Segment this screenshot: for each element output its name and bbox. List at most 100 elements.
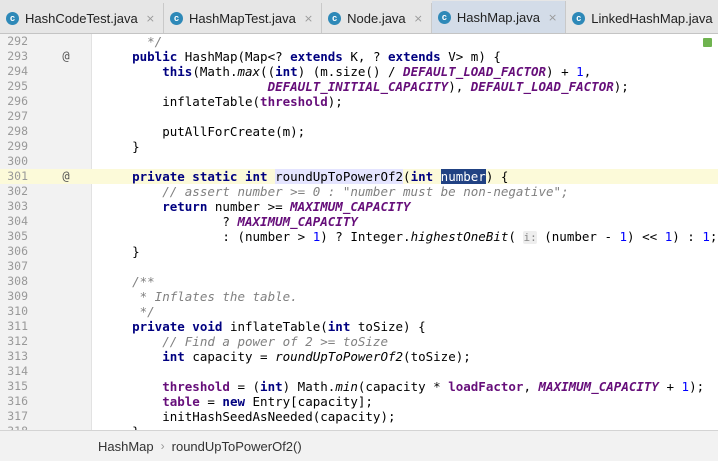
code-line[interactable]: 295 DEFAULT_INITIAL_CAPACITY), DEFAULT_L… xyxy=(0,79,718,94)
close-icon[interactable]: × xyxy=(146,12,155,25)
code-token: = ( xyxy=(237,379,261,394)
code-token: DEFAULT_LOAD_FACTOR xyxy=(470,79,614,94)
code-line[interactable]: 299 } xyxy=(0,139,718,154)
breadcrumb-class[interactable]: HashMap xyxy=(98,439,154,454)
code-text: threshold = (int) Math.min(capacity * lo… xyxy=(102,379,704,394)
code-line[interactable]: 294 this(Math.max((int) (m.size() / DEFA… xyxy=(0,64,718,79)
code-token: private static int xyxy=(102,169,276,184)
code-token: capacity = xyxy=(192,349,276,364)
code-line[interactable]: 306 } xyxy=(0,244,718,259)
code-text: private static int roundUpToPowerOf2(int… xyxy=(102,169,508,184)
breadcrumb-method[interactable]: roundUpToPowerOf2() xyxy=(172,439,302,454)
code-token: K, ? xyxy=(350,49,389,64)
tab-hashmaptest[interactable]: c HashMapTest.java × xyxy=(164,3,323,33)
code-line[interactable]: 301 @ private static int roundUpToPowerOf… xyxy=(0,169,718,184)
line-number: 292 xyxy=(7,34,28,48)
code-line[interactable]: 308 /** xyxy=(0,274,718,289)
code-token: ? xyxy=(102,214,238,229)
code-token: toSize) { xyxy=(357,319,426,334)
code-token: extends xyxy=(290,49,351,64)
annotation-marker-icon[interactable]: @ xyxy=(59,49,73,64)
code-text: // Find a power of 2 >= toSize xyxy=(102,334,388,349)
code-token: // Find a power of 2 >= toSize xyxy=(102,334,388,349)
code-line[interactable]: 311 private void inflateTable(int toSize… xyxy=(0,319,718,334)
code-token: MAXIMUM_CAPACITY xyxy=(237,214,358,229)
code-token: = xyxy=(207,394,223,409)
code-token: int xyxy=(410,169,441,184)
code-token: highestOneBit xyxy=(410,229,509,244)
code-line[interactable]: 304 ? MAXIMUM_CAPACITY xyxy=(0,214,718,229)
close-icon[interactable]: × xyxy=(304,12,313,25)
tab-label: LinkedHashMap.java xyxy=(591,10,713,26)
code-line[interactable]: 302 // assert number >= 0 : "number must… xyxy=(0,184,718,199)
code-text: this(Math.max((int) (m.size() / DEFAULT_… xyxy=(102,64,591,79)
tab-label: HashMapTest.java xyxy=(188,10,296,26)
code-text: table = new Entry[capacity]; xyxy=(102,394,373,409)
line-number: 296 xyxy=(7,94,28,108)
line-number: 303 xyxy=(7,199,28,213)
code-token: ) { xyxy=(485,169,509,184)
code-token: ); xyxy=(613,79,629,94)
code-token: ) << xyxy=(627,229,665,244)
code-token: private void xyxy=(102,319,230,334)
code-line[interactable]: 305 : (number > 1) ? Integer.highestOneB… xyxy=(0,229,718,244)
line-number: 310 xyxy=(7,304,28,318)
code-token: (number - xyxy=(536,229,620,244)
code-line[interactable]: 303 return number >= MAXIMUM_CAPACITY xyxy=(0,199,718,214)
code-token: ; xyxy=(709,229,718,244)
code-token: public xyxy=(102,49,185,64)
code-token: new xyxy=(222,394,253,409)
code-token: 1 xyxy=(702,229,710,244)
code-line[interactable]: 293 @ public HashMap(Map<? extends K, ? e… xyxy=(0,49,718,64)
code-token: min xyxy=(335,379,358,394)
tab-label: HashMap.java xyxy=(456,9,540,25)
code-line[interactable]: 317 initHashSeedAsNeeded(capacity); xyxy=(0,409,718,424)
code-line[interactable]: 297 xyxy=(0,109,718,124)
annotation-marker-icon[interactable]: @ xyxy=(59,169,73,184)
tab-node[interactable]: c Node.java × xyxy=(322,3,432,33)
tab-linkedhashmap[interactable]: cLinkedHashMap.java× xyxy=(566,3,718,33)
line-number: 315 xyxy=(7,379,28,393)
line-number: 312 xyxy=(7,334,28,348)
code-token: roundUpToPowerOf2 xyxy=(275,169,404,184)
code-line[interactable]: 316 table = new Entry[capacity]; xyxy=(0,394,718,409)
code-token: extends xyxy=(388,49,449,64)
close-icon[interactable]: × xyxy=(548,11,557,24)
code-text: int capacity = roundUpToPowerOf2(toSize)… xyxy=(102,349,471,364)
tab-hashcodetest[interactable]: c HashCodeTest.java × xyxy=(0,3,164,33)
tab-hashmap[interactable]: c HashMap.java × xyxy=(431,1,567,33)
code-text: */ xyxy=(102,304,155,319)
code-line[interactable]: 312 // Find a power of 2 >= toSize xyxy=(0,334,718,349)
code-text: DEFAULT_INITIAL_CAPACITY), DEFAULT_LOAD_… xyxy=(102,79,629,94)
code-token: inflateTable( xyxy=(102,94,261,109)
line-number: 313 xyxy=(7,349,28,363)
code-line[interactable]: 309 * Inflates the table. xyxy=(0,289,718,304)
code-token: HashMap(Map<? xyxy=(184,49,291,64)
java-class-icon: c xyxy=(437,10,451,24)
code-line[interactable]: 314 xyxy=(0,364,718,379)
code-token: initHashSeedAsNeeded(capacity); xyxy=(102,409,396,424)
line-number: 309 xyxy=(7,289,28,303)
tab-label: HashCodeTest.java xyxy=(25,10,138,26)
code-line[interactable]: 296 inflateTable(threshold); xyxy=(0,94,718,109)
code-token: ( xyxy=(403,169,411,184)
code-token: this xyxy=(102,64,193,79)
code-token: * Inflates the table. xyxy=(102,289,298,304)
close-icon[interactable]: × xyxy=(414,12,423,25)
code-line[interactable]: 310 */ xyxy=(0,304,718,319)
code-line[interactable]: 292 */ xyxy=(0,34,718,49)
code-line[interactable]: 300 xyxy=(0,154,718,169)
code-line[interactable]: 315 threshold = (int) Math.min(capacity … xyxy=(0,379,718,394)
code-line[interactable]: 307 xyxy=(0,259,718,274)
parameter-hint: i: xyxy=(523,231,537,244)
line-number: 306 xyxy=(7,244,28,258)
line-number: 300 xyxy=(7,154,28,168)
code-line[interactable]: 298 putAllForCreate(m); xyxy=(0,124,718,139)
java-class-icon: c xyxy=(572,11,586,25)
code-token: : (number > xyxy=(102,229,313,244)
code-line[interactable]: 313 int capacity = roundUpToPowerOf2(toS… xyxy=(0,349,718,364)
code-token: ) (m.size() / xyxy=(297,64,404,79)
code-text: private void inflateTable(int toSize) { xyxy=(102,319,426,334)
code-editor[interactable]: 292 */293 @ public HashMap(Map<? extends … xyxy=(0,34,718,430)
code-text: /** xyxy=(102,274,155,289)
